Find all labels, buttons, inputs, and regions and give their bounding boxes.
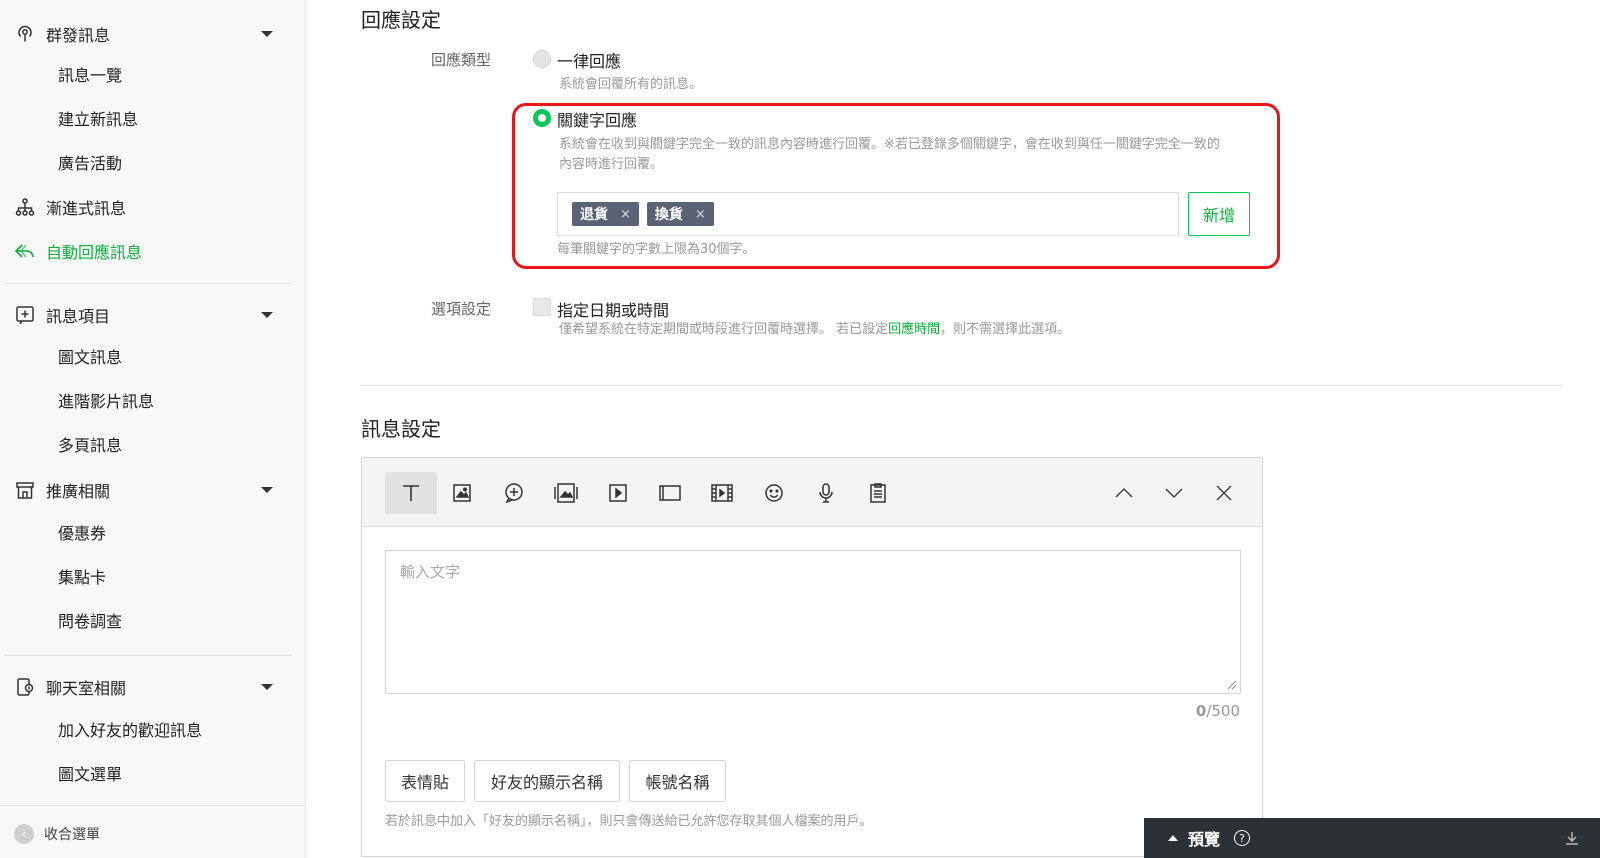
chat-device-icon xyxy=(14,676,36,698)
sticker-icon[interactable] xyxy=(488,472,540,514)
reply-arrow-icon xyxy=(14,240,36,262)
counter-current: 0 xyxy=(1195,702,1207,720)
radio-keyword-reply[interactable] xyxy=(533,109,551,127)
emoji-icon[interactable] xyxy=(748,472,800,514)
sidebar-item-welcome-message[interactable]: 加入好友的歡迎訊息 xyxy=(58,719,202,743)
date-time-checkbox[interactable] xyxy=(533,298,551,316)
sidebar-group-promotion[interactable]: 推廣相關 xyxy=(14,474,285,506)
keyword-tag-text: 退貨 xyxy=(580,207,608,223)
sidebar-item-rich-menu[interactable]: 圖文選單 xyxy=(58,763,122,787)
broadcast-icon xyxy=(14,23,36,45)
chevron-down-icon[interactable] xyxy=(261,312,273,318)
sidebar-group-chat[interactable]: 聊天室相關 xyxy=(14,671,285,703)
resize-handle-icon[interactable] xyxy=(1227,680,1237,690)
remove-tag-icon[interactable]: × xyxy=(695,207,706,222)
text-icon[interactable] xyxy=(385,472,437,514)
add-keyword-button[interactable]: 新增 xyxy=(1188,192,1250,236)
character-counter: 0/500 xyxy=(1196,702,1240,720)
preview-label: 預覽 xyxy=(1188,830,1221,849)
sidebar-group-label: 漸進式訊息 xyxy=(46,199,127,218)
image-icon[interactable] xyxy=(436,472,488,514)
chevron-down-icon[interactable] xyxy=(261,684,273,690)
sidebar-divider xyxy=(4,655,292,656)
keyword-input[interactable]: 退貨 × 換貨 × xyxy=(557,192,1179,236)
message-text-placeholder: 輸入文字 xyxy=(400,563,461,581)
help-icon[interactable]: ? xyxy=(1234,830,1251,846)
insert-display-name-button[interactable]: 好友的顯示名稱 xyxy=(474,760,620,802)
download-icon[interactable] xyxy=(1564,830,1580,846)
section-divider xyxy=(361,385,1562,386)
insert-sticker-button[interactable]: 表情貼 xyxy=(385,760,465,802)
sidebar-item-rich-message[interactable]: 圖文訊息 xyxy=(58,346,122,370)
editor-toolbar xyxy=(362,458,1262,527)
sidebar-item-campaign[interactable]: 廣告活動 xyxy=(58,152,122,176)
message-editor: 輸入文字 0/500 表情貼 好友的顯示名稱 帳號名稱 若於訊息中加入「好友的顯… xyxy=(361,457,1263,857)
sidebar-item-point-card[interactable]: 集點卡 xyxy=(58,566,106,590)
sidebar-group-label: 訊息項目 xyxy=(46,307,111,326)
move-up-icon[interactable] xyxy=(1098,472,1150,514)
shop-icon xyxy=(14,479,36,501)
close-icon[interactable] xyxy=(1198,472,1250,514)
reply-time-link[interactable]: 回應時間 xyxy=(888,322,940,337)
sidebar: 群發訊息 訊息一覽 建立新訊息 廣告活動 漸進式訊息 自動回應訊息 訊息項目 圖… xyxy=(0,0,306,858)
counter-max: /500 xyxy=(1206,702,1240,720)
sidebar-item-coupon[interactable]: 優惠券 xyxy=(58,522,106,546)
sidebar-group-broadcast[interactable]: 群發訊息 xyxy=(14,18,285,50)
message-settings-title: 訊息設定 xyxy=(361,417,441,441)
sidebar-item-rich-video[interactable]: 進階影片訊息 xyxy=(58,390,154,414)
keyword-reply-help-line2: 內容時進行回覆。 xyxy=(559,157,664,172)
keyword-tag-text: 換貨 xyxy=(654,207,683,223)
sidebar-group-label: 自動回應訊息 xyxy=(46,243,143,262)
sidebar-group-stepped[interactable]: 漸進式訊息 xyxy=(14,191,285,223)
sidebar-item-survey[interactable]: 問卷調查 xyxy=(58,610,122,634)
collapse-menu-button[interactable]: ‹ 收合選單 xyxy=(14,824,100,844)
sidebar-divider xyxy=(4,283,292,284)
sidebar-group-label: 聊天室相關 xyxy=(46,679,127,698)
plus-square-icon xyxy=(14,304,36,326)
card-icon[interactable] xyxy=(644,472,696,514)
keyword-reply-label[interactable]: 關鍵字回應 xyxy=(557,107,637,131)
microphone-icon[interactable] xyxy=(800,472,852,514)
expand-up-icon xyxy=(1168,835,1178,841)
message-text-input[interactable]: 輸入文字 xyxy=(385,550,1241,694)
sidebar-divider xyxy=(0,805,305,806)
sidebar-group-label: 推廣相關 xyxy=(46,482,111,501)
move-down-icon[interactable] xyxy=(1148,472,1200,514)
remove-tag-icon[interactable]: × xyxy=(620,207,631,222)
chevron-down-icon[interactable] xyxy=(261,487,273,493)
keyword-limit-help: 每筆關鍵字的字數上限為30個字。 xyxy=(557,242,756,257)
sidebar-group-label: 群發訊息 xyxy=(46,26,111,45)
sidebar-group-autoreply[interactable]: 自動回應訊息 xyxy=(14,235,285,267)
sidebar-item-carousel[interactable]: 多頁訊息 xyxy=(58,434,122,458)
rich-video-icon[interactable] xyxy=(696,472,748,514)
sidebar-item-message-list[interactable]: 訊息一覽 xyxy=(58,64,122,88)
date-time-help: 僅希望系統在特定期間或時段進行回覆時選擇。 若已設定回應時間，則不需選擇此選項。 xyxy=(559,320,1070,340)
reply-type-label: 回應類型 xyxy=(431,51,492,69)
collapse-menu-label: 收合選單 xyxy=(44,827,100,843)
option-settings-label: 選項設定 xyxy=(431,300,492,318)
keyword-tag: 退貨 × xyxy=(572,202,639,226)
display-name-help: 若於訊息中加入「好友的顯示名稱」，則只會傳送給已允許您存取其個人檔案的用戶。 xyxy=(385,814,873,829)
radio-reply-all[interactable] xyxy=(533,50,551,68)
reply-settings-title: 回應設定 xyxy=(361,8,441,32)
date-time-help-text: 僅希望系統在特定期間或時段進行回覆時選擇。 若已設定 xyxy=(559,322,889,337)
date-time-label[interactable]: 指定日期或時間 xyxy=(557,297,669,321)
sidebar-item-create-message[interactable]: 建立新訊息 xyxy=(58,108,138,132)
sidebar-group-message-items[interactable]: 訊息項目 xyxy=(14,299,285,331)
rich-image-icon[interactable] xyxy=(540,472,592,514)
reply-all-label[interactable]: 一律回應 xyxy=(557,48,621,72)
preview-panel[interactable]: 預覽 ? xyxy=(1144,818,1600,858)
hierarchy-icon xyxy=(14,196,36,218)
keyword-tag: 換貨 × xyxy=(646,202,714,226)
chevron-down-icon[interactable] xyxy=(261,31,273,37)
date-time-help-text: ，則不需選擇此選項。 xyxy=(940,322,1071,337)
clipboard-icon[interactable] xyxy=(852,472,904,514)
video-icon[interactable] xyxy=(592,472,644,514)
chevron-left-icon: ‹ xyxy=(14,824,34,844)
reply-all-help: 系統會回覆所有的訊息。 xyxy=(559,77,703,92)
insert-account-name-button[interactable]: 帳號名稱 xyxy=(629,760,726,802)
keyword-reply-help-line1: 系統會在收到與關鍵字完全一致的訊息內容時進行回覆。※若已登錄多個關鍵字，會在收到… xyxy=(559,137,1220,152)
